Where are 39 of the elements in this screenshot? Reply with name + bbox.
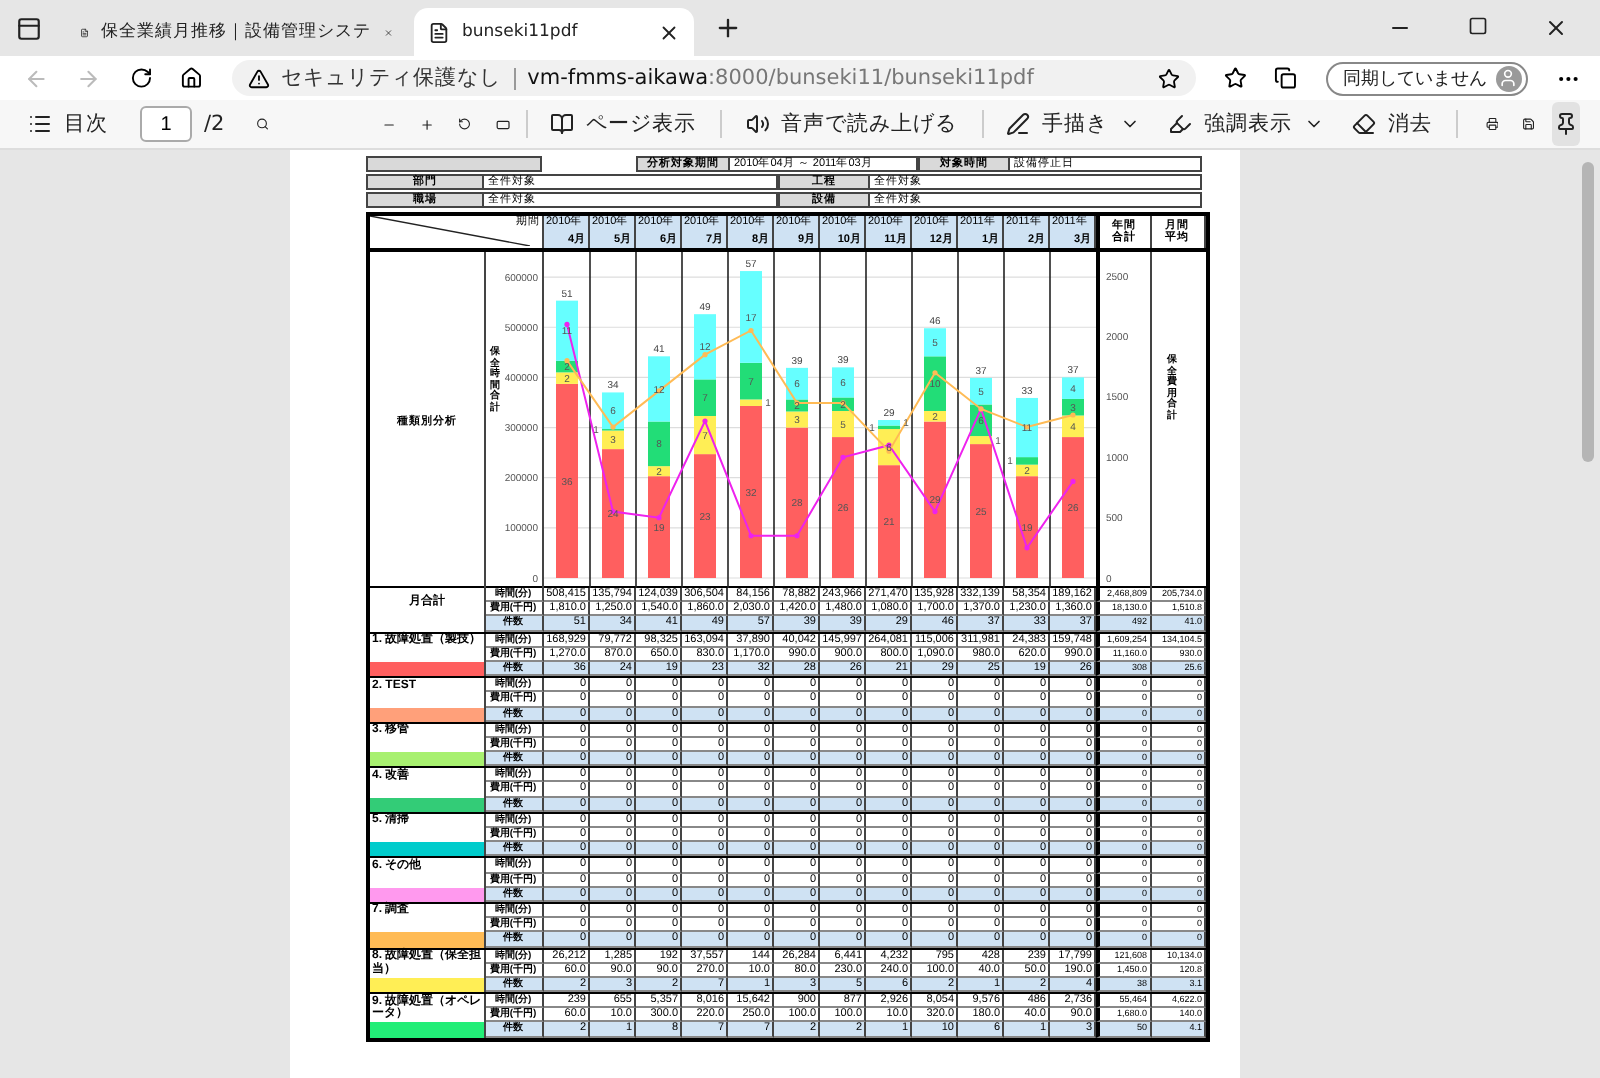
security-label: セキュリティ保護なし xyxy=(281,64,502,92)
page-view-button[interactable]: ページ表示 xyxy=(542,106,705,142)
browser-tab[interactable]: bunseki11pdf xyxy=(414,8,694,56)
highlight-button[interactable]: 強調表示 xyxy=(1160,106,1333,142)
new-tab-icon[interactable] xyxy=(714,14,742,42)
reload-icon[interactable] xyxy=(129,66,153,90)
draw-button[interactable]: 手描き xyxy=(998,106,1149,142)
page-field[interactable]: 1 xyxy=(140,106,192,142)
collections-icon[interactable] xyxy=(1274,66,1298,90)
pin-icon xyxy=(1553,112,1578,136)
contents-button[interactable]: 目次 xyxy=(20,106,116,142)
page-count: /2 xyxy=(204,112,225,136)
browser-tab[interactable]: 保全業績月推移｜設備管理システ xyxy=(66,8,406,56)
read-aloud-button[interactable]: 音声で読み上げる xyxy=(737,106,966,142)
profile-button[interactable]: 同期していません xyxy=(1325,61,1528,95)
maximize-icon[interactable] xyxy=(1468,16,1488,36)
erase-button[interactable]: 消去 xyxy=(1344,106,1441,142)
star-icon[interactable] xyxy=(1223,66,1247,90)
highlighter-icon xyxy=(1168,112,1193,136)
bar-segment xyxy=(1062,377,1084,399)
close-icon[interactable] xyxy=(1544,16,1568,40)
page-icon xyxy=(428,21,450,43)
url-text: vm-fmms-aikawa:8000/bunseki11/bunseki11pdf xyxy=(527,66,1037,90)
speaker-icon xyxy=(745,112,770,136)
window-icon[interactable] xyxy=(16,15,42,41)
print-icon[interactable] xyxy=(1485,112,1499,136)
book-icon xyxy=(550,112,575,136)
pen-icon xyxy=(1006,112,1031,136)
close-icon[interactable] xyxy=(658,21,680,43)
home-icon[interactable] xyxy=(180,66,204,90)
avatar-icon xyxy=(1498,68,1519,88)
warning-icon xyxy=(247,67,270,89)
pin-button[interactable] xyxy=(1551,102,1581,146)
eraser-icon xyxy=(1352,112,1377,136)
save-icon[interactable] xyxy=(1522,112,1536,136)
star-icon[interactable] xyxy=(1157,67,1180,89)
scrollbar[interactable] xyxy=(1582,162,1594,462)
address-field[interactable]: セキュリティ保護なし vm-fmms-aikawa:8000/bunseki11/bunseki11pdf xyxy=(231,60,1196,96)
rotate-icon[interactable] xyxy=(457,112,471,136)
